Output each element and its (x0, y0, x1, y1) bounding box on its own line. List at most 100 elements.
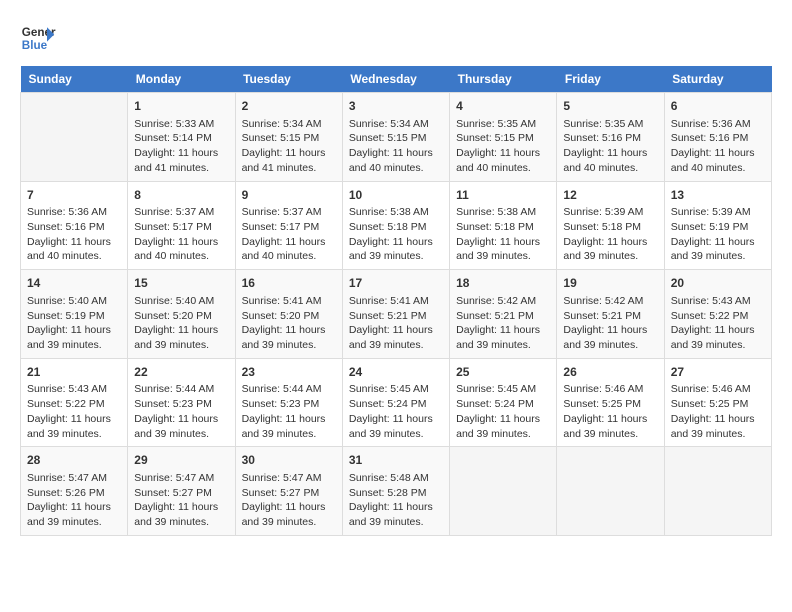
cell-content: Sunrise: 5:39 AM (563, 205, 657, 220)
day-number: 1 (134, 98, 228, 115)
calendar-cell (450, 447, 557, 536)
day-number: 13 (671, 187, 765, 204)
cell-content: Daylight: 11 hours and 40 minutes. (563, 146, 657, 175)
cell-content: Sunrise: 5:46 AM (563, 382, 657, 397)
cell-content: Sunset: 5:28 PM (349, 486, 443, 501)
day-number: 23 (242, 364, 336, 381)
cell-content: Sunset: 5:18 PM (563, 220, 657, 235)
cell-content: Daylight: 11 hours and 39 minutes. (563, 412, 657, 441)
cell-content: Daylight: 11 hours and 39 minutes. (671, 323, 765, 352)
cell-content: Sunrise: 5:36 AM (671, 117, 765, 132)
calendar-cell: 30Sunrise: 5:47 AMSunset: 5:27 PMDayligh… (235, 447, 342, 536)
day-number: 14 (27, 275, 121, 292)
column-header-saturday: Saturday (664, 66, 771, 93)
cell-content: Sunset: 5:22 PM (671, 309, 765, 324)
cell-content: Sunrise: 5:37 AM (134, 205, 228, 220)
cell-content: Sunrise: 5:37 AM (242, 205, 336, 220)
day-number: 3 (349, 98, 443, 115)
cell-content: Sunrise: 5:43 AM (27, 382, 121, 397)
cell-content: Sunrise: 5:47 AM (134, 471, 228, 486)
cell-content: Sunset: 5:20 PM (242, 309, 336, 324)
day-number: 7 (27, 187, 121, 204)
cell-content: Sunset: 5:15 PM (349, 131, 443, 146)
calendar-cell: 28Sunrise: 5:47 AMSunset: 5:26 PMDayligh… (21, 447, 128, 536)
cell-content: Sunset: 5:19 PM (671, 220, 765, 235)
cell-content: Daylight: 11 hours and 39 minutes. (349, 323, 443, 352)
day-number: 10 (349, 187, 443, 204)
calendar-cell: 19Sunrise: 5:42 AMSunset: 5:21 PMDayligh… (557, 270, 664, 359)
calendar-header-row: SundayMondayTuesdayWednesdayThursdayFrid… (21, 66, 772, 93)
column-header-tuesday: Tuesday (235, 66, 342, 93)
cell-content: Daylight: 11 hours and 41 minutes. (242, 146, 336, 175)
day-number: 2 (242, 98, 336, 115)
cell-content: Daylight: 11 hours and 40 minutes. (242, 235, 336, 264)
cell-content: Daylight: 11 hours and 39 minutes. (456, 235, 550, 264)
day-number: 11 (456, 187, 550, 204)
calendar-cell: 16Sunrise: 5:41 AMSunset: 5:20 PMDayligh… (235, 270, 342, 359)
calendar-cell: 15Sunrise: 5:40 AMSunset: 5:20 PMDayligh… (128, 270, 235, 359)
calendar-week-row: 1Sunrise: 5:33 AMSunset: 5:14 PMDaylight… (21, 93, 772, 182)
day-number: 27 (671, 364, 765, 381)
cell-content: Daylight: 11 hours and 39 minutes. (242, 323, 336, 352)
logo: General Blue (20, 20, 56, 56)
calendar-cell: 23Sunrise: 5:44 AMSunset: 5:23 PMDayligh… (235, 358, 342, 447)
cell-content: Sunrise: 5:34 AM (349, 117, 443, 132)
cell-content: Sunset: 5:20 PM (134, 309, 228, 324)
day-number: 12 (563, 187, 657, 204)
cell-content: Daylight: 11 hours and 39 minutes. (242, 412, 336, 441)
header: General Blue (20, 20, 772, 56)
cell-content: Sunrise: 5:42 AM (563, 294, 657, 309)
calendar-table: SundayMondayTuesdayWednesdayThursdayFrid… (20, 66, 772, 536)
calendar-cell: 6Sunrise: 5:36 AMSunset: 5:16 PMDaylight… (664, 93, 771, 182)
cell-content: Sunset: 5:24 PM (349, 397, 443, 412)
cell-content: Daylight: 11 hours and 40 minutes. (349, 146, 443, 175)
cell-content: Daylight: 11 hours and 40 minutes. (134, 235, 228, 264)
cell-content: Daylight: 11 hours and 40 minutes. (671, 146, 765, 175)
day-number: 26 (563, 364, 657, 381)
cell-content: Sunrise: 5:41 AM (349, 294, 443, 309)
cell-content: Sunrise: 5:48 AM (349, 471, 443, 486)
day-number: 25 (456, 364, 550, 381)
cell-content: Sunset: 5:27 PM (242, 486, 336, 501)
cell-content: Sunset: 5:26 PM (27, 486, 121, 501)
calendar-cell (21, 93, 128, 182)
cell-content: Sunset: 5:25 PM (563, 397, 657, 412)
calendar-cell: 21Sunrise: 5:43 AMSunset: 5:22 PMDayligh… (21, 358, 128, 447)
cell-content: Sunset: 5:15 PM (242, 131, 336, 146)
day-number: 30 (242, 452, 336, 469)
cell-content: Sunset: 5:16 PM (671, 131, 765, 146)
calendar-cell: 31Sunrise: 5:48 AMSunset: 5:28 PMDayligh… (342, 447, 449, 536)
calendar-cell: 2Sunrise: 5:34 AMSunset: 5:15 PMDaylight… (235, 93, 342, 182)
day-number: 20 (671, 275, 765, 292)
calendar-cell: 17Sunrise: 5:41 AMSunset: 5:21 PMDayligh… (342, 270, 449, 359)
cell-content: Daylight: 11 hours and 39 minutes. (134, 500, 228, 529)
calendar-cell: 8Sunrise: 5:37 AMSunset: 5:17 PMDaylight… (128, 181, 235, 270)
cell-content: Daylight: 11 hours and 39 minutes. (27, 500, 121, 529)
day-number: 9 (242, 187, 336, 204)
cell-content: Sunset: 5:24 PM (456, 397, 550, 412)
cell-content: Sunrise: 5:45 AM (456, 382, 550, 397)
day-number: 8 (134, 187, 228, 204)
cell-content: Sunrise: 5:45 AM (349, 382, 443, 397)
calendar-cell: 27Sunrise: 5:46 AMSunset: 5:25 PMDayligh… (664, 358, 771, 447)
cell-content: Daylight: 11 hours and 39 minutes. (349, 412, 443, 441)
cell-content: Sunset: 5:18 PM (456, 220, 550, 235)
cell-content: Sunset: 5:19 PM (27, 309, 121, 324)
cell-content: Sunrise: 5:41 AM (242, 294, 336, 309)
cell-content: Daylight: 11 hours and 39 minutes. (563, 235, 657, 264)
cell-content: Sunset: 5:22 PM (27, 397, 121, 412)
day-number: 17 (349, 275, 443, 292)
calendar-cell: 13Sunrise: 5:39 AMSunset: 5:19 PMDayligh… (664, 181, 771, 270)
cell-content: Sunset: 5:25 PM (671, 397, 765, 412)
calendar-cell: 9Sunrise: 5:37 AMSunset: 5:17 PMDaylight… (235, 181, 342, 270)
cell-content: Sunrise: 5:43 AM (671, 294, 765, 309)
cell-content: Sunset: 5:17 PM (134, 220, 228, 235)
cell-content: Sunrise: 5:35 AM (456, 117, 550, 132)
cell-content: Daylight: 11 hours and 39 minutes. (349, 235, 443, 264)
cell-content: Sunrise: 5:47 AM (27, 471, 121, 486)
cell-content: Sunset: 5:27 PM (134, 486, 228, 501)
column-header-wednesday: Wednesday (342, 66, 449, 93)
cell-content: Daylight: 11 hours and 39 minutes. (671, 412, 765, 441)
cell-content: Sunrise: 5:40 AM (27, 294, 121, 309)
column-header-thursday: Thursday (450, 66, 557, 93)
